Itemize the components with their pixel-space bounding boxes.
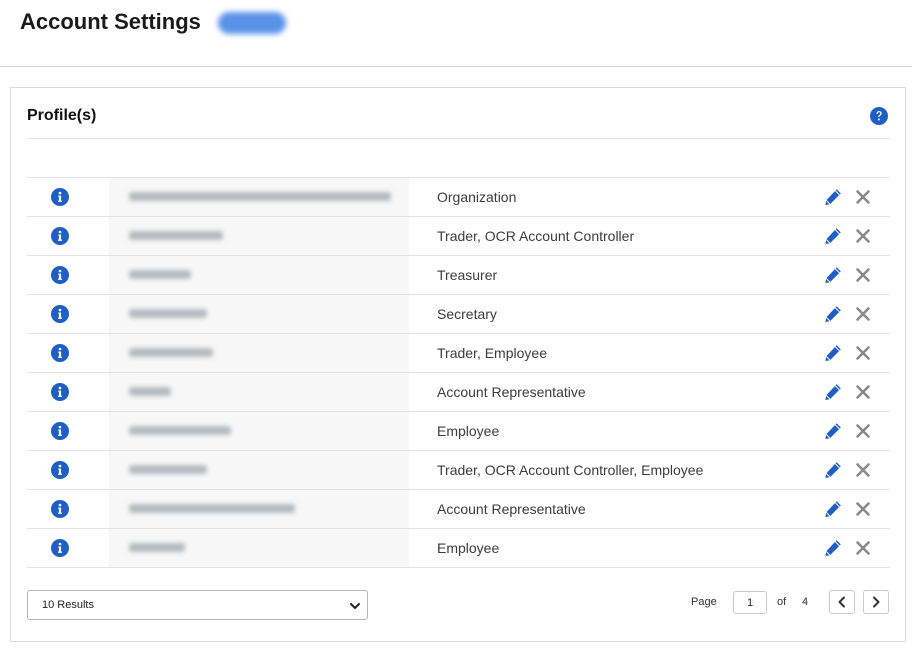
- info-icon: [51, 383, 69, 401]
- profile-name-cell: [109, 217, 409, 255]
- results-per-page-select[interactable]: 10 Results: [27, 590, 368, 620]
- profile-role: Trader, Employee: [437, 345, 547, 361]
- edit-button[interactable]: [823, 382, 843, 402]
- delete-button[interactable]: [855, 189, 871, 205]
- info-button[interactable]: [27, 490, 93, 528]
- profile-role: Employee: [437, 423, 500, 439]
- info-icon: [51, 344, 69, 362]
- info-button[interactable]: [27, 373, 93, 411]
- page-number-input[interactable]: [733, 591, 767, 614]
- profile-name-cell: [109, 334, 409, 372]
- edit-button[interactable]: [823, 343, 843, 363]
- redacted-name: [129, 387, 171, 396]
- redacted-name: [129, 192, 391, 201]
- next-page-button[interactable]: [863, 590, 889, 614]
- total-pages: 4: [802, 596, 809, 608]
- delete-button[interactable]: [855, 540, 871, 556]
- table-row: Trader, OCR Account Controller, Employee: [27, 451, 890, 490]
- delete-button[interactable]: [855, 345, 871, 361]
- redacted-name: [129, 270, 191, 279]
- panel-divider: [27, 138, 890, 139]
- edit-button[interactable]: [823, 226, 843, 246]
- info-icon: [51, 305, 69, 323]
- info-button[interactable]: [27, 295, 93, 333]
- info-icon: [51, 188, 69, 206]
- info-button[interactable]: [27, 412, 93, 450]
- page-label: Page: [691, 596, 717, 608]
- table-row: Organization: [27, 178, 890, 217]
- help-icon[interactable]: [870, 107, 888, 125]
- delete-button[interactable]: [855, 501, 871, 517]
- delete-button[interactable]: [855, 267, 871, 283]
- delete-button[interactable]: [855, 384, 871, 400]
- profile-name-cell: [109, 412, 409, 450]
- profile-role: Secretary: [437, 306, 497, 322]
- info-icon: [51, 422, 69, 440]
- table-row: Account Representative: [27, 373, 890, 412]
- info-button[interactable]: [27, 178, 93, 216]
- redacted-name: [129, 348, 213, 357]
- of-label: of: [777, 596, 787, 608]
- profile-name-cell: [109, 490, 409, 528]
- edit-button[interactable]: [823, 265, 843, 285]
- profile-name-cell: [109, 295, 409, 333]
- redacted-name: [129, 504, 295, 513]
- redacted-name: [129, 426, 231, 435]
- info-icon: [51, 227, 69, 245]
- profile-name-cell: [109, 178, 409, 216]
- redacted-name: [129, 309, 207, 318]
- edit-button[interactable]: [823, 538, 843, 558]
- profile-role: Account Representative: [437, 384, 586, 400]
- delete-button[interactable]: [855, 462, 871, 478]
- results-per-page-value: 10 Results: [42, 599, 94, 611]
- info-icon: [51, 461, 69, 479]
- edit-button[interactable]: [823, 499, 843, 519]
- table-row: Employee: [27, 412, 890, 451]
- delete-button[interactable]: [855, 306, 871, 322]
- chevron-left-icon: [838, 596, 845, 608]
- info-button[interactable]: [27, 217, 93, 255]
- profile-role: Trader, OCR Account Controller: [437, 228, 635, 244]
- profile-name-cell: [109, 373, 409, 411]
- delete-button[interactable]: [855, 423, 871, 439]
- info-icon: [51, 539, 69, 557]
- table-row: Treasurer: [27, 256, 890, 295]
- redacted-name: [129, 465, 207, 474]
- profile-role: Employee: [437, 540, 500, 556]
- profiles-panel: Profile(s) Organization Trader, OCR Acco…: [10, 87, 906, 642]
- info-icon: [51, 266, 69, 284]
- info-button[interactable]: [27, 256, 93, 294]
- profile-role: Organization: [437, 189, 517, 205]
- delete-button[interactable]: [855, 228, 871, 244]
- info-button[interactable]: [27, 334, 93, 372]
- account-badge: [218, 12, 286, 34]
- profile-name-cell: [109, 451, 409, 489]
- profile-role: Account Representative: [437, 501, 586, 517]
- edit-button[interactable]: [823, 460, 843, 480]
- profile-role: Trader, OCR Account Controller, Employee: [437, 462, 704, 478]
- table-row: Secretary: [27, 295, 890, 334]
- chevron-right-icon: [873, 596, 880, 608]
- page-title: Account Settings: [20, 9, 201, 34]
- table-row: Trader, OCR Account Controller: [27, 217, 890, 256]
- edit-button[interactable]: [823, 304, 843, 324]
- profile-name-cell: [109, 529, 409, 567]
- info-icon: [51, 500, 69, 518]
- redacted-name: [129, 231, 223, 240]
- page-header: Account Settings: [0, 0, 912, 67]
- info-button[interactable]: [27, 529, 93, 567]
- profiles-table: Organization Trader, OCR Account Control…: [27, 177, 890, 568]
- edit-button[interactable]: [823, 187, 843, 207]
- profile-name-cell: [109, 256, 409, 294]
- edit-button[interactable]: [823, 421, 843, 441]
- table-row: Trader, Employee: [27, 334, 890, 373]
- redacted-name: [129, 543, 185, 552]
- info-button[interactable]: [27, 451, 93, 489]
- table-row: Account Representative: [27, 490, 890, 529]
- panel-title: Profile(s): [27, 107, 97, 124]
- table-row: Employee: [27, 529, 890, 568]
- profile-role: Treasurer: [437, 267, 498, 283]
- chevron-down-icon: [350, 603, 360, 609]
- previous-page-button[interactable]: [829, 590, 855, 614]
